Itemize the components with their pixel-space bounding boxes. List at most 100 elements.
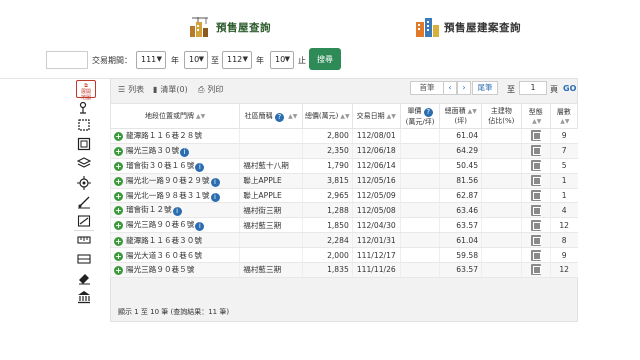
info-icon[interactable]: i <box>210 177 220 187</box>
table-row[interactable]: + 陽光三路９０巷６號 i 福村藍三期 1,850 112/04/30 63.57 12 <box>109 217 578 234</box>
first-page-button[interactable]: 首筆 <box>410 81 444 95</box>
table-row[interactable]: + 陽光三路９０巷５號 福村藍三期 1,835 111/11/26 63.57 12 <box>109 262 578 278</box>
layers-icon[interactable] <box>76 156 92 170</box>
expand-row-icon[interactable]: + <box>114 132 123 142</box>
cell-type[interactable] <box>520 173 551 189</box>
go-button[interactable]: GO <box>563 84 576 93</box>
cell-address[interactable]: + 龍潭路１１６巷３０號 <box>109 232 240 249</box>
col-total-price[interactable]: 總價(萬元) ▲▼ <box>301 103 353 129</box>
cell-type[interactable] <box>520 262 551 278</box>
search-button[interactable]: 搜尋 <box>309 48 341 70</box>
ruler-icon[interactable] <box>76 233 92 247</box>
info-icon[interactable]: i <box>195 162 205 172</box>
building-type-icon[interactable] <box>530 264 541 276</box>
building-type-icon[interactable] <box>530 175 541 187</box>
info-icon[interactable]: i <box>210 192 220 202</box>
building-type-icon[interactable] <box>530 130 541 142</box>
cell-type[interactable] <box>520 143 551 159</box>
eraser-icon[interactable] <box>76 271 92 285</box>
building-type-icon[interactable] <box>530 219 541 231</box>
expand-row-icon[interactable]: + <box>114 146 123 156</box>
to-year-select[interactable]: 112 ▼ <box>222 51 252 69</box>
filter-left-input[interactable] <box>46 51 88 69</box>
col-unit-price[interactable]: 單價 ? (萬元/坪) <box>399 103 441 129</box>
next-page-button[interactable]: › <box>457 81 471 95</box>
table-row[interactable]: + 瑠會街１２號 i 福村街三期 1,288 112/05/08 63.46 4 <box>109 202 578 219</box>
cell-total-price: 2,284 <box>301 232 353 249</box>
table-row[interactable]: + 陽光大道３６０巷６號 2,000 111/12/17 59.58 9 <box>109 247 578 264</box>
info-icon[interactable]: i <box>195 222 205 232</box>
list-view-button[interactable]: ☰ 列表 <box>118 84 144 95</box>
col-address[interactable]: 地段位置或門牌 ▲▼ <box>109 103 241 129</box>
cell-address[interactable]: + 陽光三路９０巷６號 i <box>109 217 240 234</box>
cell-address[interactable]: + 陽光北一路９０巷２９號 i <box>109 173 240 189</box>
cell-type[interactable] <box>520 202 551 219</box>
expand-row-icon[interactable]: + <box>114 161 123 171</box>
street-view-icon[interactable] <box>76 101 92 115</box>
cell-type[interactable] <box>520 188 551 204</box>
tab-presale-search[interactable]: 預售屋查詢 <box>186 12 271 42</box>
table-row[interactable]: + 龍潭路１１６巷３０號 2,284 112/01/31 61.04 8 <box>109 232 578 249</box>
cell-type[interactable] <box>520 128 551 144</box>
to-month-select[interactable]: 10 ▼ <box>270 51 294 69</box>
year-unit-label: 年 <box>171 56 179 65</box>
expand-row-icon[interactable]: + <box>114 266 123 276</box>
from-year-select[interactable]: 111 ▼ <box>136 51 166 69</box>
building-type-icon[interactable] <box>530 204 541 216</box>
table-row[interactable]: + 陽光三路３０號 i 2,350 112/06/18 64.29 7 <box>109 143 578 159</box>
expand-row-icon[interactable]: + <box>114 206 123 216</box>
from-month-select[interactable]: 10 ▼ <box>184 51 208 69</box>
col-community[interactable]: 社區簡稱 ? ▲▼ <box>239 103 303 129</box>
table-row[interactable]: + 龍潭路１１６巷２８號 2,800 112/08/01 61.04 9 <box>109 128 578 144</box>
expand-row-icon[interactable]: + <box>114 236 123 246</box>
page-number-input[interactable]: 1 <box>519 81 547 95</box>
tab-presale-project-search[interactable]: 預售屋建案查詢 <box>414 12 521 42</box>
cell-floor: 1 <box>549 188 578 204</box>
info-icon: ? <box>274 112 284 122</box>
col-date[interactable]: 交易日期 ▲▼ <box>351 103 401 129</box>
col-area[interactable]: 總面積 ▲▼ (坪) <box>439 103 483 129</box>
cell-address[interactable]: + 瑠會街１２號 i <box>109 202 240 219</box>
table-row[interactable]: + 陽光北一路９８巷３１號 i 聯上APPLE 2,965 112/05/09 62.87 1 <box>109 188 578 204</box>
cell-type[interactable] <box>520 158 551 174</box>
landmark-icon[interactable] <box>76 290 92 304</box>
info-icon[interactable]: i <box>172 207 182 217</box>
expand-row-icon[interactable]: + <box>114 251 123 261</box>
table-row[interactable]: + 瑠會街３０巷１６號 i 福村藍十八期 1,790 112/06/14 50.45 5 <box>109 158 578 174</box>
cell-type[interactable] <box>520 247 551 264</box>
building-type-icon[interactable] <box>530 234 541 246</box>
distance-icon[interactable] <box>76 214 92 228</box>
cell-type[interactable] <box>520 232 551 249</box>
building-type-icon[interactable] <box>530 160 541 172</box>
area-select-icon[interactable] <box>76 118 92 132</box>
expand-row-icon[interactable]: + <box>114 221 123 231</box>
expand-row-icon[interactable]: + <box>114 176 123 186</box>
cell-area: 61.04 <box>439 128 482 144</box>
expand-row-icon[interactable]: + <box>114 191 123 201</box>
cell-main-ratio <box>481 143 522 159</box>
cell-address[interactable]: + 龍潭路１１６巷２８號 <box>109 128 240 144</box>
print-button[interactable]: ⎙ 列印 <box>198 84 223 95</box>
building-type-icon[interactable] <box>530 190 541 201</box>
checklist-button[interactable]: ▮ 清單(0) <box>153 84 188 95</box>
cell-address[interactable]: + 陽光大道３６０巷６號 <box>109 247 240 264</box>
col-type[interactable]: 型態▲▼ <box>520 103 551 129</box>
cell-address[interactable]: + 陽光北一路９８巷３１號 i <box>109 188 240 204</box>
col-main-ratio[interactable]: 主建物 佔比(%) <box>481 103 522 129</box>
frame-icon[interactable] <box>76 137 92 151</box>
building-type-icon[interactable] <box>530 249 541 261</box>
last-page-button[interactable]: 尾筆 <box>472 81 498 95</box>
building-type-icon[interactable] <box>530 145 541 157</box>
prev-page-button[interactable]: ‹ <box>443 81 457 95</box>
cell-address[interactable]: + 瑠會街３０巷１６號 i <box>109 158 240 174</box>
expand-map-button[interactable]: ⧉ 展開 地圖 <box>76 80 96 101</box>
line-icon[interactable] <box>76 252 92 266</box>
table-row[interactable]: + 陽光北一路９０巷２９號 i 聯上APPLE 3,815 112/05/16 81.56 1 <box>109 173 578 189</box>
cell-type[interactable] <box>520 217 551 234</box>
locate-icon[interactable] <box>76 176 92 190</box>
cell-address[interactable]: + 陽光三路３０號 i <box>109 143 240 159</box>
measure-icon[interactable] <box>76 195 92 209</box>
cell-address[interactable]: + 陽光三路９０巷５號 <box>109 262 240 278</box>
info-icon[interactable]: i <box>180 147 190 157</box>
col-floor[interactable]: 層數▲▼ <box>549 103 579 129</box>
